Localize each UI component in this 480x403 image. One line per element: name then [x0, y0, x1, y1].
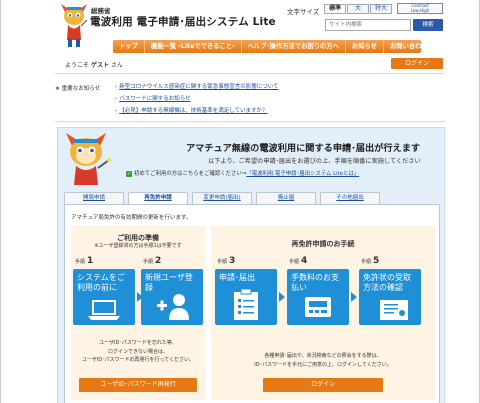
step-label: 手順 5: [361, 256, 380, 266]
about-lite-link[interactable]: 「電波利用 電子申請･届出システム Liteとは」: [246, 171, 359, 177]
laptop-icon: [88, 300, 120, 320]
step-arrow-icon: [279, 292, 285, 302]
header-login-button[interactable]: ログイン: [391, 58, 443, 69]
preparation-section: ご利用の準備 ※ユーザ登録済の方は手順1は不要です 手順 1 システムをご利用の前…: [71, 226, 205, 400]
certificate-icon: [380, 300, 408, 320]
step-1-text: システムをご利用の前に: [77, 273, 125, 292]
notice-star-icon: ★: [55, 86, 60, 92]
step-4-card[interactable]: 手数料のお支払い: [287, 269, 349, 325]
main-title: アマチュア無線の電波利用に関する申請･届出が行えます: [186, 143, 421, 154]
step-label: 手順 1: [75, 256, 94, 266]
page: 総務省 電波利用 電子申請･届出システム Lite 文字サイズ 標準 大 特大 …: [0, 0, 480, 403]
check-icon: ✓: [126, 171, 132, 177]
mascot-logo-icon: [61, 4, 88, 47]
search-button[interactable]: 検索: [413, 19, 443, 31]
nav-item-features[interactable]: 機能一覧 ‐Liteでできること‐: [145, 40, 242, 53]
login-button[interactable]: ログイン: [263, 378, 383, 392]
password-help-text: ユーザID･パスワードを忘れた等、 ログインできない場合は、 ユーザID･パスワ…: [81, 340, 195, 363]
notice-link[interactable]: › 新型コロナウイルス感染症に関する緊急事態宣言の影響について: [115, 84, 435, 96]
relicense-process-section: 再免許申請のお手続 手順 3 申請･届出 手順 4 手数料のお支払い 手順 5 …: [211, 226, 435, 400]
chevron-right-icon: ›: [115, 84, 118, 90]
global-nav: トップ 機能一覧 ‐Liteでできること‐ ヘルプ･操作方法でお困りの方へ お知…: [113, 40, 428, 53]
contrast-toggle-button[interactable]: Contrast Low,High: [397, 3, 443, 14]
clipboard-icon: [234, 289, 258, 320]
nav-item-help[interactable]: ヘルプ･操作方法でお困りの方へ: [242, 40, 346, 53]
font-size-large-button[interactable]: 大: [347, 4, 369, 14]
tab-panel-relicense: アマチュア局免許の有効期間の更新を行います。 ご利用の準備 ※ユーザ登録済の方は…: [64, 204, 440, 403]
nav-item-contact[interactable]: お問い合わせ: [384, 40, 434, 53]
font-size-standard-button[interactable]: 標準: [324, 4, 346, 14]
add-user-icon: [157, 294, 189, 320]
step-2-card[interactable]: 新規ユーザ登録: [141, 269, 203, 325]
divider: [55, 121, 445, 122]
user-name: ゲスト: [90, 62, 109, 69]
step-5-text: 免許状の受取方法の確認: [363, 273, 411, 292]
notice-list: › 新型コロナウイルス感染症に関する緊急事態宣言の影響について › パスワードに関す…: [115, 84, 435, 120]
welcome-prefix: ようこそ: [65, 62, 90, 69]
step-2-text: 新規ユーザ登録: [145, 273, 193, 292]
font-size-label: 文字サイズ: [287, 8, 320, 16]
chevron-right-icon: ›: [115, 96, 118, 102]
chevron-right-icon: ›: [115, 108, 118, 114]
process-title: 再免許申請のお手続: [291, 240, 355, 248]
important-notice-label: ★ 重要なお知らせ: [55, 86, 101, 92]
step-4-text: 手数料のお支払い: [291, 273, 339, 292]
login-help-text: 各種申請･届出や、状況検索などの照会をする際は、 ID･パスワードを手元にご用意…: [254, 353, 392, 368]
main-panel: アマチュア無線の電波利用に関する申請･届出が行えます 以下より、ご希望の申請･届…: [57, 127, 445, 403]
notice-link[interactable]: › 【必見】申請する無線機は、技術基準を満足していますか？: [115, 108, 435, 120]
welcome-suffix: さん: [110, 62, 123, 69]
step-3-text: 申請･届出: [219, 273, 255, 282]
step-arrow-icon: [351, 292, 357, 302]
preparation-note: ※ユーザ登録済の方は手順1は不要です: [94, 243, 182, 249]
font-size-xlarge-button[interactable]: 特大: [370, 4, 392, 14]
step-label: 手順 2: [143, 256, 162, 266]
payment-icon: [305, 297, 331, 317]
site-header: 総務省 電波利用 電子申請･届出システム Lite 文字サイズ 標準 大 特大 …: [1, 0, 479, 47]
step-5-card[interactable]: 免許状の受取方法の確認: [359, 269, 421, 325]
step-1-card[interactable]: システムをご利用の前に: [73, 269, 135, 325]
mascot-illustration-icon: [66, 133, 111, 185]
step-3-card[interactable]: 申請･届出: [215, 269, 277, 325]
first-time-guide: ✓ 初めてご利用の方はこちらをご確認ください⇒「電波利用 電子申請･届出システム …: [126, 171, 360, 177]
nav-item-top[interactable]: トップ: [113, 40, 145, 53]
step-label: 手順 3: [217, 256, 236, 266]
divider: [55, 73, 445, 74]
step-label: 手順 4: [289, 256, 308, 266]
welcome-message: ようこそ ゲスト さん: [65, 60, 123, 69]
nav-item-notices[interactable]: お知らせ: [346, 40, 384, 53]
main-subtitle: 以下より、ご希望の申請･届出をお選びの上、手順を順番に実施してください: [208, 158, 421, 165]
site-search-input[interactable]: [325, 19, 411, 31]
site-title[interactable]: 電波利用 電子申請･届出システム Lite: [90, 14, 276, 29]
notice-link[interactable]: › パスワードに関するお知らせ: [115, 96, 435, 108]
tab-lead-text: アマチュア局免許の有効期間の更新を行います。: [71, 215, 192, 221]
reissue-id-password-button[interactable]: ユーザID･パスワード再発行: [79, 378, 197, 392]
